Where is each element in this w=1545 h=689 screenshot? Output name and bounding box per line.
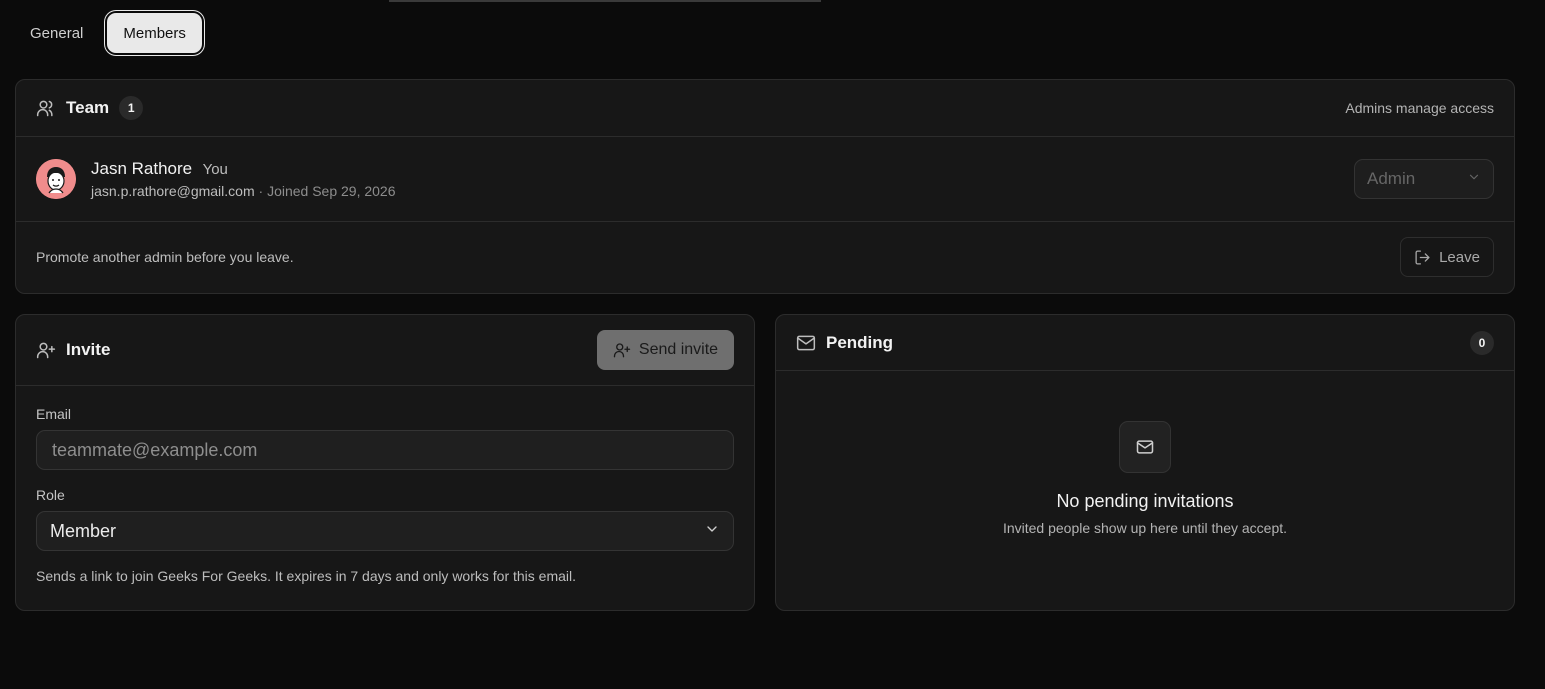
send-invite-label: Send invite bbox=[638, 341, 719, 358]
tab-bar: General Members bbox=[16, 12, 202, 54]
mail-icon bbox=[1119, 421, 1171, 473]
send-invite-button[interactable]: Send invite bbox=[597, 330, 734, 370]
users-icon bbox=[36, 98, 56, 118]
avatar bbox=[36, 159, 76, 199]
email-placeholder: teammate@example.com bbox=[52, 439, 258, 460]
role-label: Role bbox=[36, 487, 65, 503]
member-info: Jasn Rathore You jasn.p.rathore@gmail.co… bbox=[91, 159, 396, 199]
invite-hint: Sends a link to join Geeks For Geeks. It… bbox=[36, 568, 577, 584]
role-select-value: Member bbox=[50, 520, 117, 541]
leave-label: Leave bbox=[1439, 248, 1480, 266]
pending-header: Pending 0 bbox=[776, 315, 1514, 371]
pending-card: Pending 0 No pending invitations Invited… bbox=[775, 314, 1515, 611]
tab-general[interactable]: General bbox=[16, 12, 97, 54]
role-select[interactable]: Member bbox=[36, 511, 734, 551]
user-plus-icon bbox=[36, 340, 56, 360]
top-divider bbox=[389, 0, 821, 2]
pending-empty-state: No pending invitations Invited people sh… bbox=[776, 371, 1514, 536]
member-role-value: Admin bbox=[1367, 169, 1416, 188]
team-card: Team 1 Admins manage access Jasn Rathore… bbox=[15, 79, 1515, 294]
member-role-select[interactable]: Admin bbox=[1354, 159, 1494, 199]
empty-title: No pending invitations bbox=[1056, 491, 1234, 511]
tab-members[interactable]: Members bbox=[107, 13, 202, 53]
team-header: Team 1 Admins manage access bbox=[16, 80, 1514, 137]
chevron-down-icon bbox=[704, 521, 720, 542]
chevron-down-icon bbox=[1467, 169, 1481, 189]
pending-count-badge: 0 bbox=[1470, 330, 1494, 355]
invite-card: Invite Send invite Email teammate@exampl… bbox=[15, 314, 755, 611]
member-you-tag: You bbox=[202, 161, 228, 178]
invite-header: Invite Send invite bbox=[16, 315, 754, 386]
leave-hint: Promote another admin before you leave. bbox=[36, 249, 294, 265]
empty-subtitle: Invited people show up here until they a… bbox=[1002, 520, 1288, 536]
mail-icon bbox=[796, 333, 816, 353]
member-email: jasn.p.rathore@gmail.com bbox=[91, 183, 255, 199]
user-plus-icon bbox=[613, 341, 631, 359]
invite-form: Email teammate@example.com Role Member S… bbox=[16, 406, 754, 584]
invite-title: Invite bbox=[66, 340, 111, 359]
email-field[interactable]: teammate@example.com bbox=[36, 430, 734, 470]
member-row: Jasn Rathore You jasn.p.rathore@gmail.co… bbox=[16, 137, 1514, 222]
pending-title: Pending bbox=[826, 332, 894, 352]
email-label: Email bbox=[36, 406, 72, 422]
team-count-badge: 1 bbox=[119, 96, 144, 120]
team-title: Team bbox=[66, 98, 110, 117]
member-joined: · Joined Sep 29, 2026 bbox=[254, 183, 396, 199]
leave-row: Promote another admin before you leave. … bbox=[16, 222, 1514, 292]
member-name: Jasn Rathore bbox=[91, 159, 193, 178]
leave-button[interactable]: Leave bbox=[1400, 237, 1494, 277]
team-note: Admins manage access bbox=[1345, 100, 1494, 116]
log-out-icon bbox=[1414, 249, 1431, 266]
